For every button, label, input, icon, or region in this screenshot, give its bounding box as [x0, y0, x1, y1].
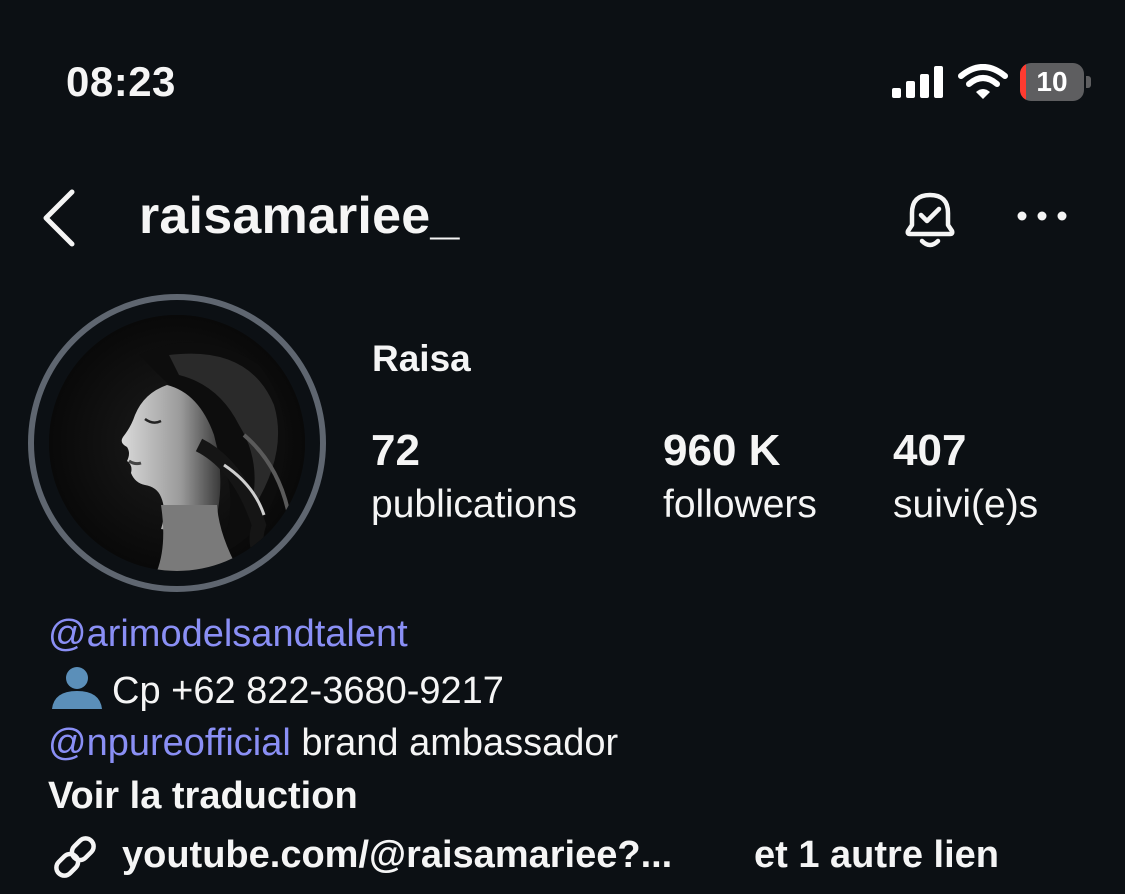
followers-stat[interactable]: 960 K followers — [663, 426, 817, 530]
status-time: 08:23 — [66, 58, 176, 105]
mention-link[interactable]: @npureofficial — [48, 722, 291, 764]
back-chevron-icon[interactable] — [38, 188, 78, 248]
bio-line-3: @npureofficial brand ambassador — [48, 720, 618, 766]
battery-level: 10 — [1036, 66, 1068, 97]
person-silhouette-icon — [52, 667, 102, 709]
bio-line-2: Cp +62 822-3680-9217 — [48, 665, 504, 714]
link-text[interactable]: youtube.com/@raisamariee?... — [122, 830, 672, 880]
bio-line-1: @arimodelsandtalent — [48, 611, 408, 657]
posts-count: 72 — [371, 426, 420, 475]
more-dots-icon[interactable] — [1016, 206, 1068, 226]
wifi-icon — [958, 64, 1008, 99]
followers-label: followers — [663, 483, 817, 526]
link-icon — [54, 836, 96, 878]
following-label: suivi(e)s — [893, 483, 1039, 526]
signal-icon — [892, 66, 943, 98]
bio-phone-text: Cp +62 822-3680-9217 — [112, 670, 504, 712]
battery-icon: 10 — [1020, 63, 1092, 101]
posts-label: publications — [371, 483, 577, 526]
display-name: Raisa — [372, 338, 471, 379]
bell-check-icon[interactable] — [898, 185, 962, 251]
mention-link[interactable]: @arimodelsandtalent — [48, 613, 408, 655]
followers-count: 960 K — [663, 426, 781, 475]
avatar-photo — [49, 315, 305, 571]
see-translation-link[interactable]: Voir la traduction — [48, 773, 358, 819]
following-count: 407 — [893, 426, 967, 475]
avatar[interactable] — [49, 315, 305, 571]
more-links-text[interactable]: et 1 autre lien — [754, 830, 999, 880]
posts-stat[interactable]: 72 publications — [371, 426, 577, 530]
following-stat[interactable]: 407 suivi(e)s — [893, 426, 1038, 530]
bio-text: brand ambassador — [290, 722, 619, 764]
profile-username: raisamariee_ — [139, 187, 460, 245]
